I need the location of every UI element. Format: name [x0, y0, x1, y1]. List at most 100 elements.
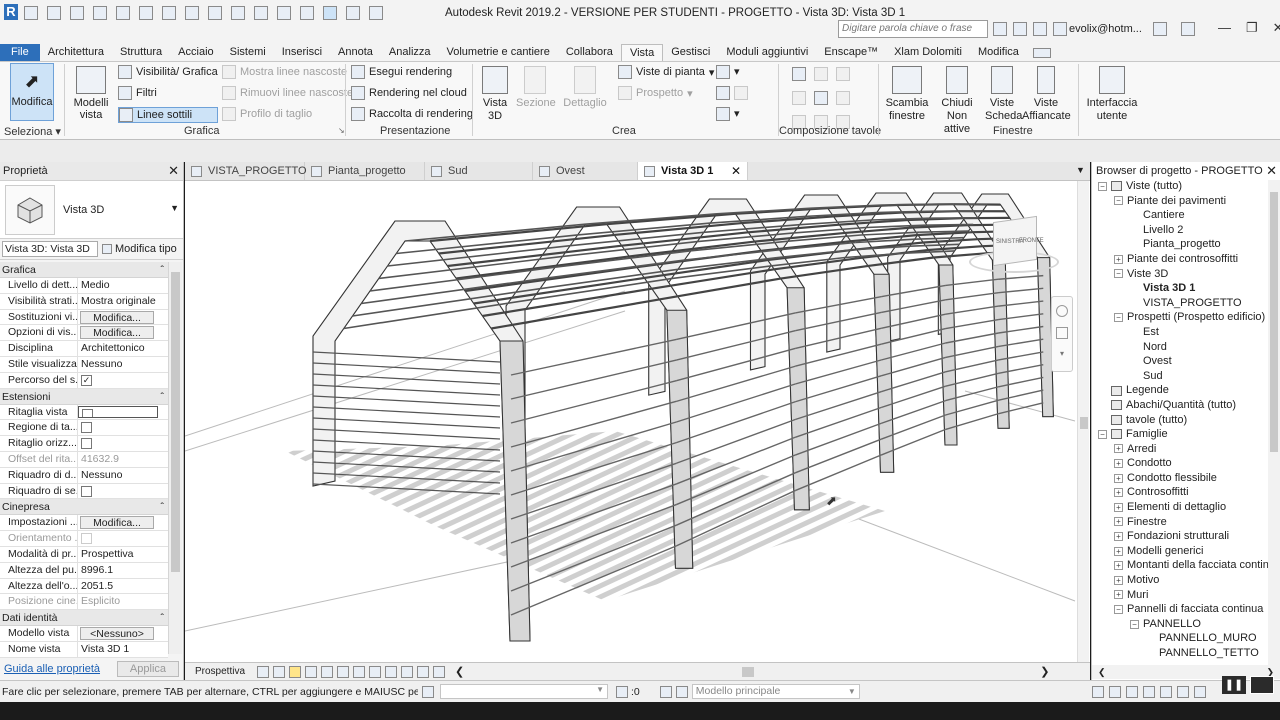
collapse-icon[interactable]: ˆ: [161, 499, 165, 514]
render-button[interactable]: Esegui rendering: [351, 65, 473, 79]
browser-scrollbar[interactable]: [1268, 180, 1280, 666]
key-icon[interactable]: [1013, 22, 1027, 36]
view-templates-button[interactable]: Modelli vista: [72, 66, 110, 121]
panel-launcher-icon[interactable]: ↘: [338, 126, 345, 135]
titleblock-icon[interactable]: [836, 67, 850, 81]
property-row[interactable]: Posizione cine... Esplicito: [0, 594, 168, 611]
browser-item[interactable]: Pianta_progetto: [1098, 237, 1270, 252]
analytical-icon[interactable]: [433, 665, 446, 678]
folder-icon[interactable]: [47, 6, 61, 20]
expand-icon[interactable]: +: [1114, 517, 1123, 527]
expand-icon[interactable]: +: [1114, 532, 1123, 542]
browser-item[interactable]: tavole (tutto): [1098, 413, 1270, 428]
browser-item[interactable]: Sud: [1098, 369, 1270, 384]
ribbon-tab[interactable]: Sistemi: [222, 44, 274, 61]
property-section[interactable]: Cinepresa ˆ: [0, 499, 168, 516]
view-tab[interactable]: Pianta_progetto: [305, 162, 425, 180]
collapse-icon[interactable]: −: [1114, 269, 1123, 279]
expand-icon[interactable]: +: [1114, 546, 1123, 556]
property-value[interactable]: Architettonico: [78, 341, 168, 356]
elevation-button[interactable]: Prospetto ▾: [618, 86, 714, 100]
collapse-icon[interactable]: −: [1098, 181, 1107, 191]
browser-item[interactable]: − Piante dei pavimenti: [1098, 194, 1270, 209]
workset-select[interactable]: ▼: [440, 684, 608, 699]
pause-icon[interactable]: ❚❚: [1222, 676, 1246, 694]
property-button[interactable]: Modifica...: [80, 516, 154, 530]
temp-properties-icon[interactable]: [417, 665, 430, 678]
lock-view-icon[interactable]: [369, 665, 382, 678]
property-row[interactable]: Stile visualizza... Nessuno: [0, 356, 168, 373]
property-row[interactable]: Offset del rita... 41632.9: [0, 451, 168, 468]
select-underlay-icon[interactable]: [1108, 685, 1121, 698]
browser-item[interactable]: PANNELLO_TETTO: [1098, 646, 1270, 661]
collapse-icon[interactable]: ˆ: [161, 262, 165, 277]
property-value[interactable]: Mostra originale: [78, 294, 168, 309]
editable-only-icon[interactable]: [675, 685, 688, 698]
visual-style-icon[interactable]: [257, 665, 270, 678]
plan-views-button[interactable]: Viste di pianta ▾: [618, 65, 714, 79]
property-value[interactable]: Esplicito: [78, 594, 168, 609]
expand-icon[interactable]: +: [1114, 561, 1123, 571]
close-browser-icon[interactable]: ✕: [1266, 163, 1277, 179]
collapse-icon[interactable]: −: [1130, 619, 1139, 629]
browser-item[interactable]: − Famiglie: [1098, 427, 1270, 442]
collapse-icon[interactable]: −: [1098, 429, 1107, 439]
matchline-icon[interactable]: [836, 91, 850, 105]
3d-view-icon[interactable]: [277, 6, 291, 20]
ribbon-tab[interactable]: Acciaio: [170, 44, 221, 61]
user-interface-button[interactable]: Interfaccia utente: [1086, 66, 1138, 123]
close-inactive-button[interactable]: Chiudi Non attive: [933, 66, 981, 136]
browser-item[interactable]: Est: [1098, 325, 1270, 340]
property-row[interactable]: Riquadro di d... Nessuno: [0, 467, 168, 484]
ribbon-tab[interactable]: Xlam Dolomiti: [886, 44, 970, 61]
close-hidden-icon[interactable]: [346, 6, 360, 20]
property-value[interactable]: Nessuno: [78, 468, 168, 483]
undo-icon[interactable]: [116, 6, 130, 20]
collapse-icon[interactable]: ˆ: [161, 610, 165, 625]
print-icon[interactable]: [162, 6, 176, 20]
design-option-select[interactable]: Modello principale ▼: [691, 684, 860, 699]
apply-button[interactable]: Applica: [116, 661, 179, 677]
property-checkbox[interactable]: [81, 438, 92, 450]
sun-path-icon[interactable]: [273, 665, 286, 678]
browser-item[interactable]: + Elementi di dettaglio: [1098, 500, 1270, 515]
property-row[interactable]: Regione di ta...: [0, 420, 168, 437]
render-gallery-button[interactable]: Raccolta di rendering: [351, 107, 473, 121]
property-row[interactable]: Riquadro di se...: [0, 483, 168, 500]
schedules-button[interactable]: ▾: [716, 107, 748, 121]
tile-views-button[interactable]: Viste Affiancate: [1022, 66, 1071, 123]
ribbon-tab[interactable]: File: [0, 44, 40, 61]
filters-button[interactable]: Filtri: [118, 86, 218, 100]
help-icon[interactable]: [1181, 22, 1195, 36]
property-row[interactable]: Orientamento ...: [0, 531, 168, 547]
callout-button[interactable]: Dettaglio: [560, 66, 610, 109]
crop-icon[interactable]: [337, 665, 350, 678]
filter-icon[interactable]: [1193, 685, 1206, 698]
property-section[interactable]: Dati identità ˆ: [0, 610, 168, 627]
type-selector[interactable]: Vista 3D ▼: [0, 181, 183, 239]
switch-windows-button[interactable]: Scambia finestre: [884, 66, 930, 123]
browser-item[interactable]: + Motivo: [1098, 573, 1270, 588]
expand-icon[interactable]: +: [1114, 459, 1123, 469]
guide-grid-icon[interactable]: [814, 91, 828, 105]
ribbon-tab[interactable]: Inserisci: [274, 44, 330, 61]
ribbon-tab[interactable]: Modifica: [970, 44, 1027, 61]
close-tab-icon[interactable]: ✕: [731, 162, 741, 180]
view-tabs-menu-icon[interactable]: ▼: [1076, 165, 1085, 175]
reveal-hidden-icon[interactable]: [401, 665, 414, 678]
shadows-icon[interactable]: [305, 665, 318, 678]
browser-item[interactable]: + Piante dei controsoffitti: [1098, 252, 1270, 267]
property-button[interactable]: <Nessuno>: [80, 627, 154, 641]
building-model[interactable]: [184, 181, 1090, 662]
filter-count-icon[interactable]: [616, 685, 628, 698]
3d-viewport[interactable]: SINISTRA FRONTE ▾ ⬈: [184, 181, 1090, 662]
browser-item[interactable]: + Modelli generici: [1098, 544, 1270, 559]
scroll-right-icon[interactable]: ❯: [1040, 665, 1049, 678]
search-input[interactable]: Digitare parola chiave o frase: [838, 20, 988, 38]
property-row[interactable]: Ritaglia vista: [0, 404, 168, 421]
cloud-render-button[interactable]: Rendering nel cloud: [351, 86, 473, 100]
show-hidden-lines-button[interactable]: Mostra linee nascoste: [222, 65, 353, 79]
property-row[interactable]: Nome vista Vista 3D 1: [0, 641, 168, 658]
thin-lines-button[interactable]: Linee sottili: [118, 107, 218, 123]
ribbon-tab[interactable]: Vista: [620, 44, 664, 61]
